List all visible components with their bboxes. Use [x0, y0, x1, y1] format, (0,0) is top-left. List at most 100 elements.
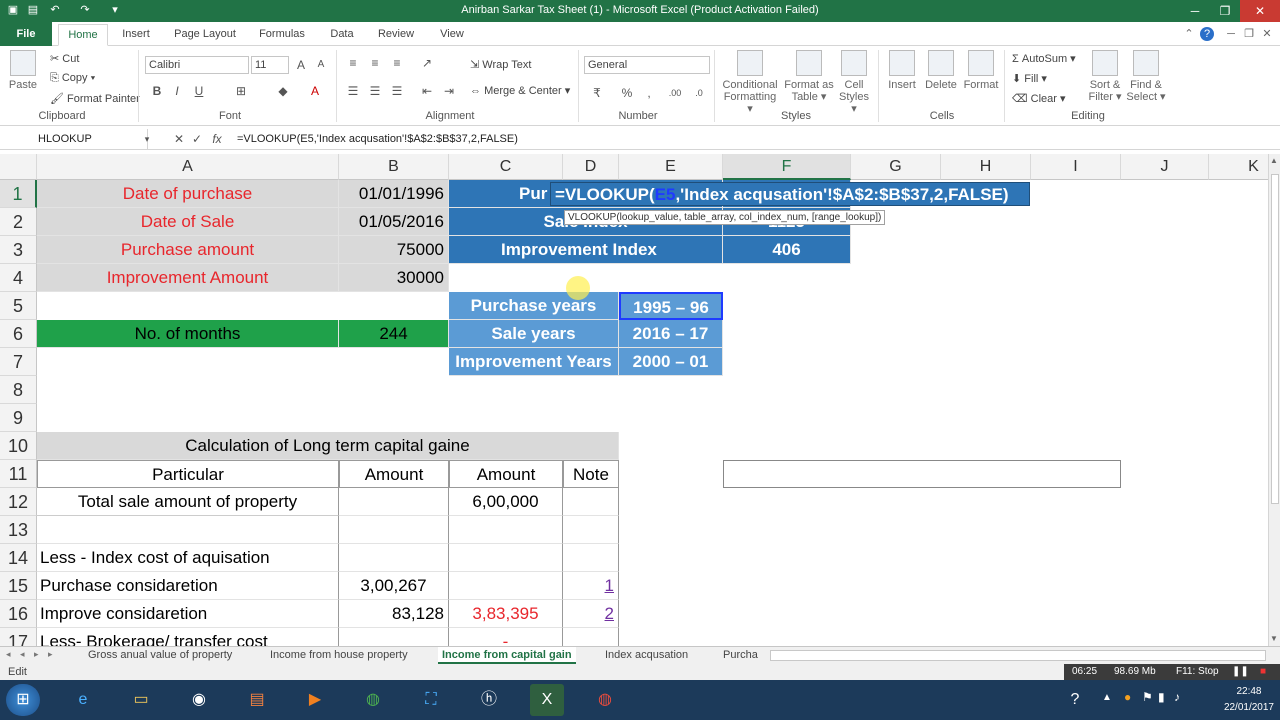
- increase-indent-icon[interactable]: ⇥: [440, 82, 458, 100]
- increase-decimal-icon[interactable]: .00: [666, 84, 684, 102]
- collapse-ribbon-icon[interactable]: ⌃: [1182, 27, 1196, 41]
- cell-a14[interactable]: Less - Index cost of aquisation: [37, 544, 339, 572]
- cell-styles-button[interactable]: Cell Styles ▾: [836, 50, 872, 115]
- font-color-icon[interactable]: A: [306, 82, 324, 100]
- cell-a11[interactable]: Particular: [37, 460, 339, 488]
- cell-e5[interactable]: 1995 – 96: [619, 292, 723, 320]
- format-cells-button[interactable]: Format: [962, 50, 1000, 91]
- fill-button[interactable]: ⬇ Fill ▾: [1012, 72, 1047, 85]
- cell-d14[interactable]: [563, 544, 619, 572]
- cell-c5[interactable]: Purchase years: [449, 292, 619, 320]
- currency-icon[interactable]: ₹: [588, 84, 606, 102]
- tab-view[interactable]: View: [432, 24, 472, 46]
- chrome-icon[interactable]: ◍: [356, 684, 390, 716]
- cell-e6[interactable]: 2016 – 17: [619, 320, 723, 348]
- align-bottom-icon[interactable]: ≡: [388, 54, 406, 72]
- tab-formulas[interactable]: Formulas: [254, 24, 310, 46]
- row-header[interactable]: 1: [0, 180, 37, 208]
- font-name-combo[interactable]: Calibri: [145, 56, 249, 74]
- fill-color-icon[interactable]: ◆: [274, 82, 292, 100]
- cell-a6[interactable]: No. of months: [37, 320, 339, 348]
- tab-review[interactable]: Review: [372, 24, 420, 46]
- column-header-d[interactable]: D: [563, 154, 619, 180]
- start-button-icon[interactable]: ⊞: [6, 684, 40, 716]
- presentation-app-icon[interactable]: ▤: [240, 684, 274, 716]
- italic-icon[interactable]: I: [168, 82, 186, 100]
- cell-b13[interactable]: [339, 516, 449, 544]
- cell-b11[interactable]: Amount: [339, 460, 449, 488]
- excel-taskbar-icon[interactable]: X: [530, 684, 564, 716]
- cell-d11[interactable]: Note: [563, 460, 619, 488]
- camera-app-icon[interactable]: ◉: [182, 684, 216, 716]
- doc-close-icon[interactable]: ✕: [1260, 27, 1274, 41]
- cell-a17[interactable]: Less- Brokerage/ transfer cost: [37, 628, 339, 646]
- sheet-tab-index-acquisition[interactable]: Index acqusation: [601, 647, 692, 664]
- sheet-nav-next-icon[interactable]: ▸: [34, 649, 39, 660]
- grow-font-icon[interactable]: A: [292, 56, 310, 74]
- find-select-button[interactable]: Find & Select ▾: [1126, 50, 1166, 103]
- underline-icon[interactable]: U: [190, 82, 208, 100]
- align-left-icon[interactable]: ☰: [344, 82, 362, 100]
- cell-c12[interactable]: 6,00,000: [449, 488, 563, 516]
- align-right-icon[interactable]: ☰: [388, 82, 406, 100]
- tab-data[interactable]: Data: [322, 24, 362, 46]
- cell-d13[interactable]: [563, 516, 619, 544]
- comma-style-icon[interactable]: ,: [640, 84, 658, 102]
- cell-b6[interactable]: 244: [339, 320, 449, 348]
- sheet-nav-last-icon[interactable]: ▸: [48, 649, 53, 660]
- scroll-up-icon[interactable]: ▲: [1270, 156, 1278, 165]
- tab-home[interactable]: Home: [58, 24, 108, 46]
- sheet-tab-income-capital-gain[interactable]: Income from capital gain: [438, 647, 576, 664]
- row-header[interactable]: 2: [0, 208, 37, 236]
- cell-c17[interactable]: -: [449, 628, 563, 646]
- name-box-dropdown-icon[interactable]: ▾: [138, 130, 156, 148]
- cell-b3[interactable]: 75000: [339, 236, 449, 264]
- cell-c15[interactable]: [449, 572, 563, 600]
- worksheet-grid[interactable]: A B C D E F G H I J K 1 2 3 4 5 6 7 8 9 …: [0, 154, 1268, 646]
- sheet-tab-purchase[interactable]: Purcha: [719, 647, 762, 664]
- orientation-icon[interactable]: ↗: [418, 54, 436, 72]
- close-button[interactable]: ✕: [1240, 0, 1280, 22]
- cell-c13[interactable]: [449, 516, 563, 544]
- column-header-a[interactable]: A: [37, 154, 339, 180]
- snipping-tool-icon[interactable]: ⛶: [414, 684, 448, 716]
- flag-icon[interactable]: ⚑: [1142, 690, 1153, 704]
- insert-cells-button[interactable]: Insert: [884, 50, 920, 91]
- cell-b17[interactable]: [339, 628, 449, 646]
- vertical-scroll-thumb[interactable]: [1271, 174, 1279, 504]
- chrome-taskbar-icon[interactable]: ◍: [588, 684, 622, 716]
- sheet-tab-gross-annual-value[interactable]: Gross anual value of property: [84, 647, 236, 664]
- help-icon[interactable]: ?: [1200, 27, 1214, 41]
- clear-button[interactable]: ⌫ Clear ▾: [1012, 92, 1066, 105]
- delete-cells-button[interactable]: Delete: [922, 50, 960, 91]
- function-argument-tooltip[interactable]: VLOOKUP(lookup_value, table_array, col_i…: [564, 210, 886, 225]
- cell-d17[interactable]: [563, 628, 619, 646]
- cell-b14[interactable]: [339, 544, 449, 572]
- format-painter-button[interactable]: 🖌 Format Painter: [50, 92, 140, 105]
- cell-a3[interactable]: Purchase amount: [37, 236, 339, 264]
- copy-button[interactable]: ⎘ Copy ▾: [50, 72, 95, 85]
- number-format-combo[interactable]: General: [584, 56, 710, 74]
- minimize-button[interactable]: ─: [1180, 0, 1210, 22]
- row-header[interactable]: 6: [0, 320, 37, 348]
- row-header[interactable]: 15: [0, 572, 37, 600]
- row-header[interactable]: 12: [0, 488, 37, 516]
- borders-icon[interactable]: ⊞: [232, 82, 250, 100]
- network-icon[interactable]: ▮: [1158, 690, 1165, 704]
- cell-b4[interactable]: 30000: [339, 264, 449, 292]
- clock[interactable]: 22:48 22/01/2017: [1224, 684, 1274, 716]
- tray-app-icon[interactable]: ●: [1124, 690, 1131, 704]
- horizontal-scrollbar[interactable]: [770, 650, 1266, 661]
- tab-file[interactable]: File: [0, 22, 52, 46]
- media-player-icon[interactable]: ▶: [298, 684, 332, 716]
- cell-b15[interactable]: 3,00,267: [339, 572, 449, 600]
- cell-a13[interactable]: [37, 516, 339, 544]
- enter-entry-icon[interactable]: ✓: [188, 130, 206, 148]
- format-as-table-button[interactable]: Format as Table ▾: [784, 50, 834, 103]
- bold-icon[interactable]: B: [148, 82, 166, 100]
- autosum-button[interactable]: Σ AutoSum ▾: [1012, 52, 1076, 65]
- font-size-combo[interactable]: 11: [251, 56, 289, 74]
- cell-a10[interactable]: Calculation of Long term capital gaine: [37, 432, 619, 460]
- row-header[interactable]: 10: [0, 432, 37, 460]
- cell-a16[interactable]: Improve considaretion: [37, 600, 339, 628]
